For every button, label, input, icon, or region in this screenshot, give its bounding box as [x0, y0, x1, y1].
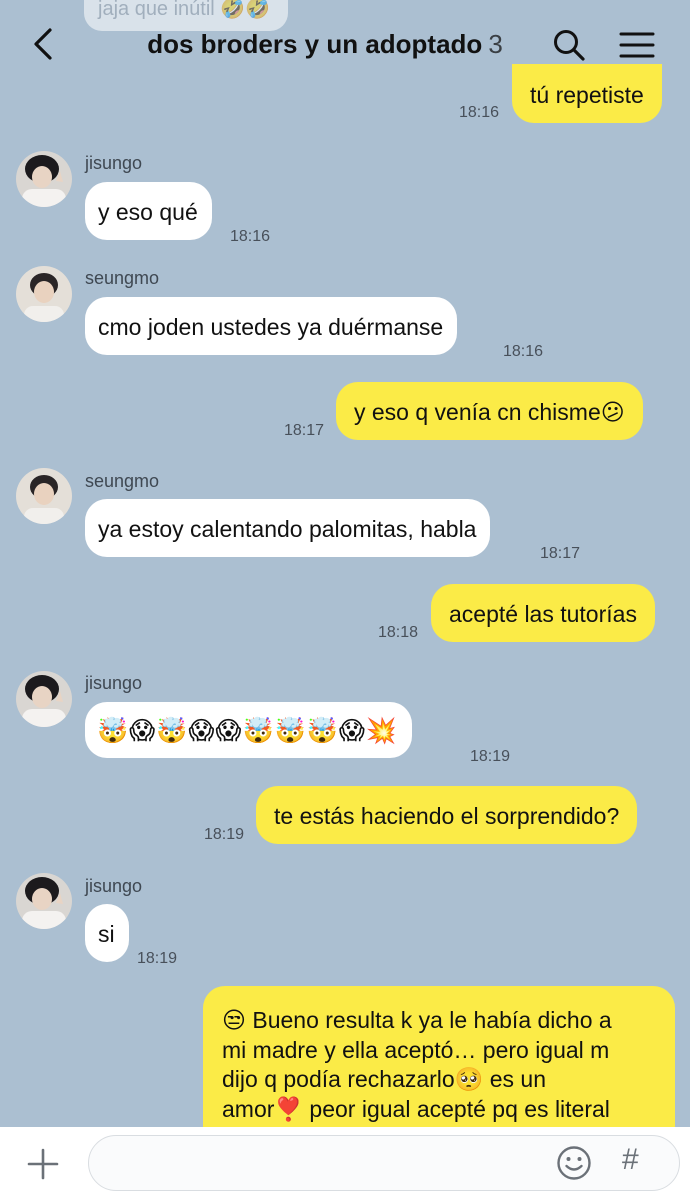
avatar[interactable]: [16, 266, 72, 322]
member-count: 3: [488, 29, 503, 59]
message-bubble-incoming[interactable]: y eso qué: [85, 182, 212, 240]
sender-name: jisungo: [85, 876, 143, 896]
message-time: 18:19: [470, 748, 511, 765]
message-time: 18:16: [459, 104, 500, 121]
message-line: dijo q podía rechazarlo🥺 es un: [222, 1066, 546, 1092]
sender-name: seungmo: [85, 268, 160, 288]
message-time: 18:19: [204, 826, 245, 843]
avatar-image: [16, 151, 72, 207]
menu-icon[interactable]: [618, 29, 656, 61]
sender-name: seungmo: [85, 471, 160, 491]
hash-icon[interactable]: #: [622, 1143, 639, 1177]
sender-name: jisungo: [85, 153, 143, 173]
chat-title-text: dos broders y un adoptado: [147, 29, 483, 59]
sender-name: jisungo: [85, 673, 143, 693]
smile-icon[interactable]: [556, 1145, 592, 1181]
avatar[interactable]: [16, 151, 72, 207]
message-bubble-incoming[interactable]: 🤯😱🤯😱😱🤯🤯🤯😱💥: [85, 702, 413, 758]
message-bubble-outgoing[interactable]: acepté las tutorías: [431, 584, 655, 642]
avatar-image: [16, 468, 72, 524]
message-line: amor❣️ peor igual acepté pq es literal: [222, 1095, 610, 1122]
avatar[interactable]: [16, 873, 72, 929]
message-bubble-outgoing[interactable]: tú repetiste: [512, 64, 662, 123]
message-time: 18:18: [378, 624, 419, 641]
message-input-bar: #: [0, 1127, 690, 1200]
message-bubble-incoming[interactable]: si: [85, 904, 129, 962]
avatar[interactable]: [16, 671, 72, 727]
message-bubble-outgoing[interactable]: y eso q venía cn chisme😕: [336, 382, 643, 440]
search-icon[interactable]: [552, 28, 586, 62]
avatar-image: [16, 671, 72, 727]
avatar-image: [16, 266, 72, 322]
message-time: 18:17: [284, 422, 325, 439]
avatar-image: [16, 873, 72, 929]
message-line: mi madre y ella aceptó… pero igual m: [222, 1036, 610, 1063]
message-bubble-outgoing[interactable]: te estás haciendo el sorprendido?: [256, 786, 638, 844]
avatar[interactable]: [16, 468, 72, 524]
message-time: 18:16: [503, 343, 544, 360]
plus-icon[interactable]: [26, 1147, 60, 1181]
message-time: 18:16: [230, 228, 271, 245]
message-time: 18:19: [137, 950, 178, 967]
message-line: 😒 Bueno resulta k ya le había dicho a: [222, 1007, 612, 1033]
message-bubble-incoming[interactable]: ya estoy calentando palomitas, habla: [85, 499, 491, 557]
message-bubble-incoming[interactable]: cmo joden ustedes ya duérmanse: [85, 297, 458, 355]
message-time: 18:17: [540, 545, 581, 562]
